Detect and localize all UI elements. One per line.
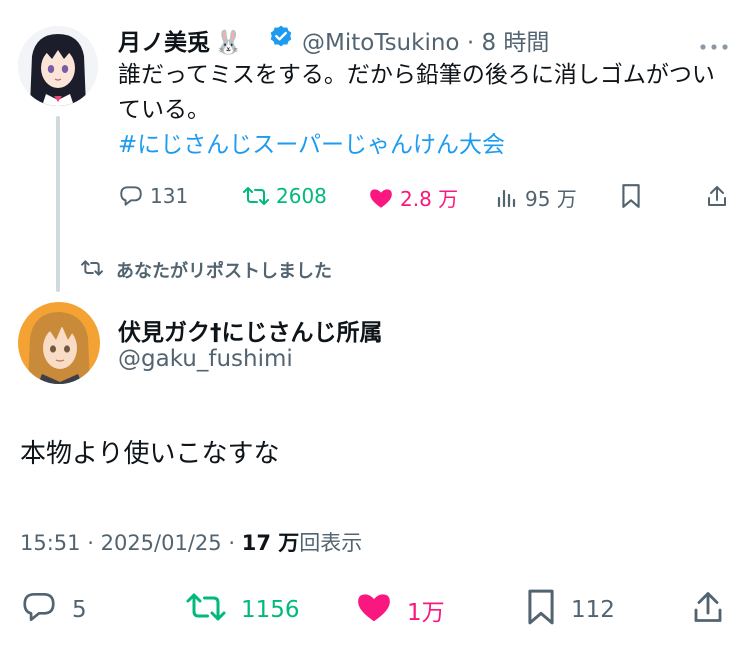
main-author-handle[interactable]: @gaku_fushimi — [118, 346, 293, 372]
tweet-text: 誰だってミスをする。だから鉛筆の後ろに消しゴムがついている。 — [118, 62, 715, 123]
like-button[interactable]: 2.8 万 — [368, 183, 458, 212]
reply-icon — [20, 588, 58, 632]
reply-icon — [118, 183, 144, 209]
reply-count: 5 — [72, 597, 87, 623]
author-name-text[interactable]: 月ノ美兎 — [118, 30, 210, 56]
like-count: 2.8 万 — [400, 187, 459, 211]
meta-separator-2: · — [228, 531, 236, 555]
main-share-button[interactable] — [690, 588, 726, 632]
tweet-time[interactable]: 15:51 — [20, 531, 81, 555]
repost-note-text: あなたがリポストしました — [116, 261, 332, 282]
verified-badge-icon — [268, 24, 294, 50]
hashtag-link[interactable]: #にじさんじスーパーじゃんけん大会 — [118, 128, 505, 163]
like-count: 1万 — [407, 600, 445, 626]
tweet-meta: 15:51 · 2025/01/25 · 17 万回表示 — [20, 527, 362, 557]
heart-icon — [355, 588, 393, 632]
gaku-avatar[interactable] — [18, 302, 100, 384]
main-reply-button[interactable]: 5 — [20, 588, 87, 632]
repost-note: あなたがリポストしました — [80, 257, 332, 283]
meta-separator: · — [466, 30, 475, 56]
thread-connector-line — [56, 116, 60, 292]
author-meta: @MitoTsukino · 8 時間 — [302, 23, 549, 57]
main-tweet-text: 本物より使いこなすな — [20, 439, 280, 469]
heart-icon — [368, 185, 394, 211]
repost-icon — [242, 183, 270, 209]
reply-count: 131 — [150, 184, 189, 208]
tweet-time[interactable]: 8 時間 — [481, 30, 549, 56]
author-name[interactable]: 月ノ美兎 🐰 — [118, 23, 243, 57]
views-label: 回表示 — [299, 531, 363, 555]
repost-small-icon — [80, 258, 104, 283]
views-icon — [495, 185, 519, 211]
bookmark-icon — [525, 588, 557, 632]
share-icon — [705, 183, 729, 209]
mito-avatar[interactable] — [18, 26, 98, 106]
meta-separator: · — [87, 531, 94, 555]
reply-button[interactable]: 131 — [118, 183, 188, 209]
share-icon — [690, 588, 726, 632]
repost-count: 1156 — [241, 597, 300, 623]
main-repost-button[interactable]: 1156 — [185, 588, 300, 632]
bookmark-icon — [620, 183, 642, 209]
share-button[interactable] — [705, 183, 729, 209]
views-count: 95 万 — [525, 187, 577, 211]
bookmark-count: 112 — [571, 597, 615, 623]
repost-button[interactable]: 2608 — [242, 183, 327, 209]
views-count: 17 万 — [241, 531, 300, 555]
tweet-date[interactable]: 2025/01/25 — [101, 531, 222, 555]
main-bookmark-button[interactable]: 112 — [525, 588, 615, 632]
main-like-button[interactable]: 1万 — [355, 588, 445, 632]
author-handle[interactable]: @MitoTsukino — [302, 30, 460, 56]
repost-count: 2608 — [276, 184, 327, 208]
bookmark-button[interactable] — [620, 183, 642, 209]
views-button[interactable]: 95 万 — [495, 183, 577, 212]
more-icon[interactable] — [698, 36, 730, 50]
rabbit-emoji: 🐰 — [214, 30, 243, 56]
repost-icon — [185, 588, 227, 632]
main-author-name[interactable]: 伏見ガク†にじさんじ所属 — [118, 313, 383, 347]
